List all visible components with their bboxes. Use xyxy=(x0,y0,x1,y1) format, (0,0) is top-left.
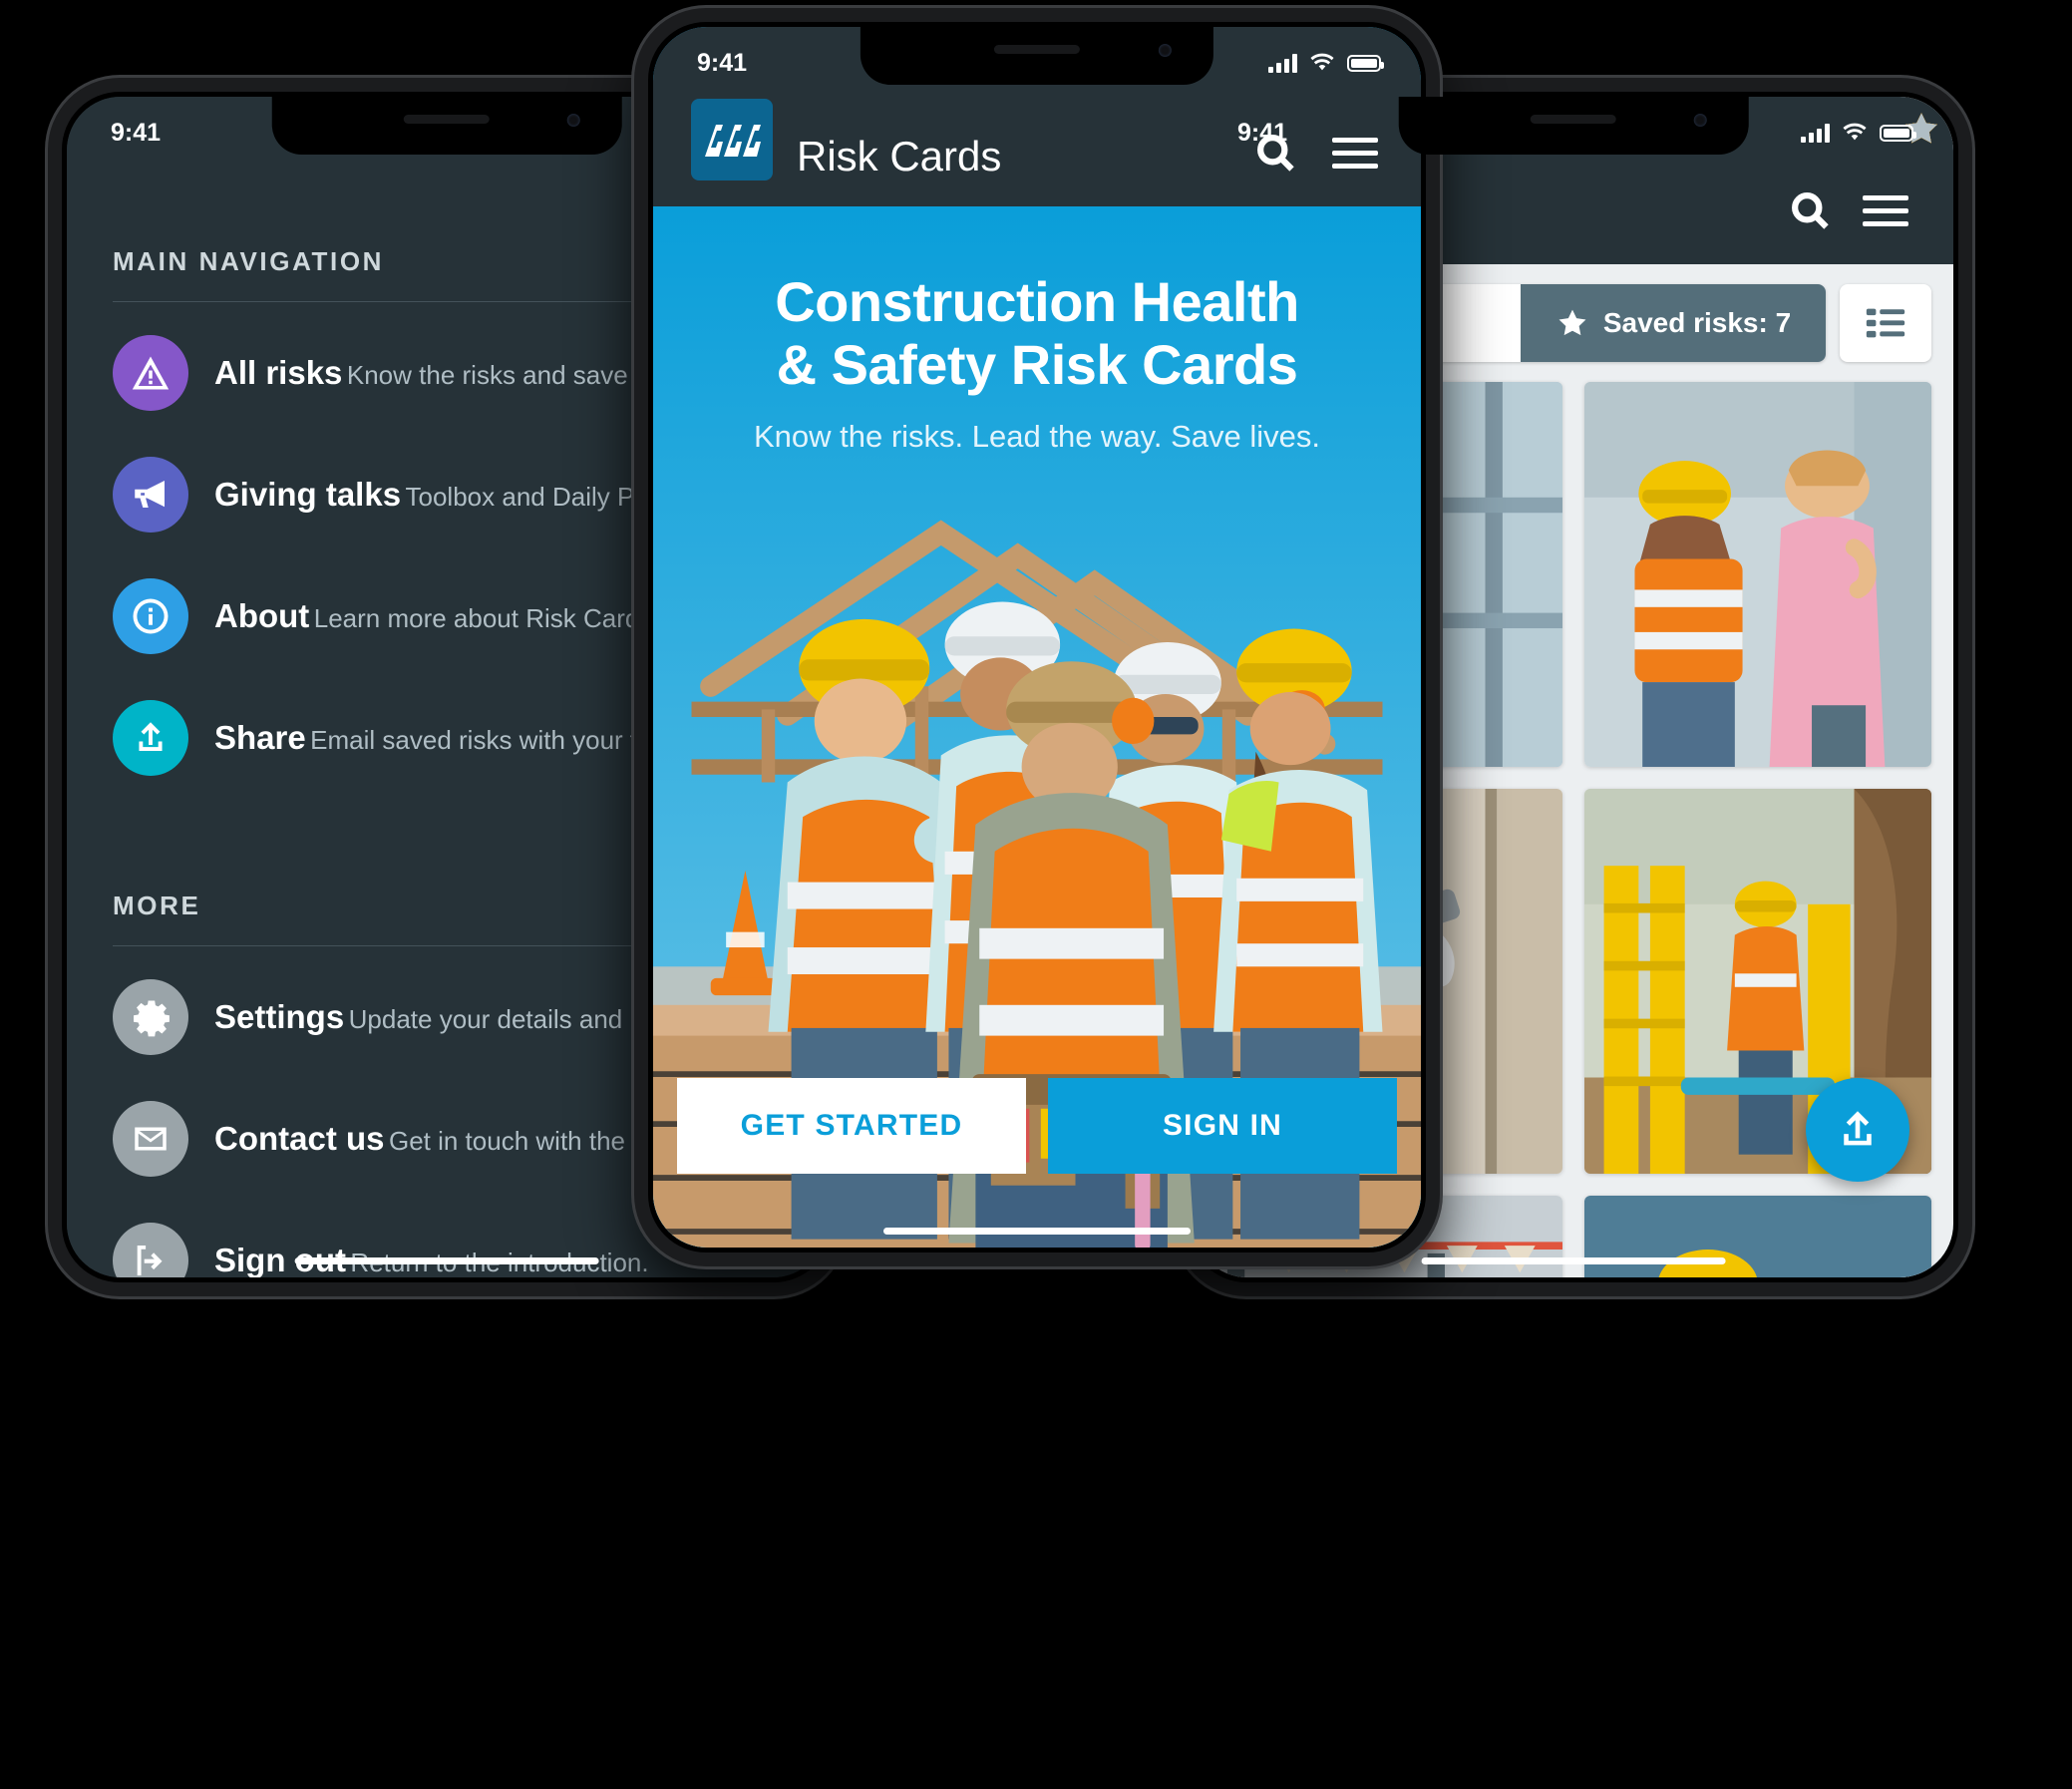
hero-title: Construction Health & Safety Risk Cards xyxy=(687,270,1387,397)
star-filled-icon xyxy=(1558,309,1586,336)
cta-button-row: GET STARTED SIGN IN xyxy=(653,1078,1421,1174)
tab-saved-risks[interactable]: Saved risks: 7 xyxy=(1521,284,1826,362)
status-indicators xyxy=(1801,123,1916,143)
status-indicators xyxy=(1268,53,1384,73)
sidebar-item-label: All risks xyxy=(214,354,343,392)
hero-tagline: Know the risks. Lead the way. Save lives… xyxy=(753,418,1321,454)
warning-triangle-icon xyxy=(113,335,188,411)
risk-card[interactable]: Noise xyxy=(1584,113,1937,1277)
front-camera xyxy=(1693,114,1707,127)
home-indicator[interactable] xyxy=(883,1228,1191,1235)
front-camera xyxy=(566,114,580,127)
battery-icon xyxy=(1880,124,1916,142)
status-time: 9:41 xyxy=(1237,118,1288,147)
phone-notch xyxy=(1398,97,1749,155)
phone-notch xyxy=(271,97,622,155)
gear-icon xyxy=(113,979,188,1055)
wifi-icon xyxy=(1310,53,1334,71)
risk-card-thumbnail xyxy=(1584,382,1931,767)
home-indicator[interactable] xyxy=(294,1257,599,1264)
envelope-icon xyxy=(113,1101,188,1177)
hero-text-block: Construction Health & Safety Risk Cards … xyxy=(653,270,1421,455)
home-indicator[interactable] xyxy=(1421,1257,1726,1264)
earpiece-speaker xyxy=(994,45,1080,54)
page-title: Risk Cards xyxy=(797,133,1002,179)
sign-out-icon xyxy=(113,1223,188,1277)
hero-section: Construction Health & Safety Risk Cards … xyxy=(653,206,1421,1248)
get-started-button[interactable]: GET STARTED xyxy=(677,1078,1026,1174)
sidebar-item-label: About xyxy=(214,597,310,635)
front-camera xyxy=(1159,44,1173,57)
screenshot-stage: 9:41 MAIN NAVIGATION All risks Know the … xyxy=(0,0,2072,1789)
status-time: 9:41 xyxy=(697,48,748,77)
list-view-icon[interactable] xyxy=(1840,284,1931,362)
status-time: 9:41 xyxy=(111,118,162,147)
hamburger-menu-icon[interactable] xyxy=(1858,182,1913,238)
search-icon[interactable] xyxy=(1782,182,1838,238)
phone-center-welcome: 9:41 Risk Cards Construction Health & Sa… xyxy=(634,8,1440,1266)
share-upload-icon[interactable] xyxy=(1806,1078,1909,1182)
sidebar-item-label: Settings xyxy=(214,998,345,1036)
cellular-signal-icon xyxy=(1801,123,1830,143)
upload-share-icon xyxy=(113,700,188,776)
sign-in-button[interactable]: SIGN IN xyxy=(1048,1078,1397,1174)
hero-title-line1: Construction Health xyxy=(775,270,1299,333)
wifi-icon xyxy=(1843,123,1867,141)
sidebar-item-label: Giving talks xyxy=(214,476,402,514)
welcome-screen: Risk Cards Construction Health & Safety … xyxy=(653,27,1421,1248)
phone-notch xyxy=(860,27,1214,85)
sidebar-item-description: Learn more about Risk Cards. xyxy=(313,603,660,634)
cellular-signal-icon xyxy=(1268,53,1297,73)
megaphone-icon xyxy=(113,457,188,533)
battery-icon xyxy=(1347,54,1384,72)
sidebar-item-label: Contact us xyxy=(214,1120,385,1158)
earpiece-speaker xyxy=(1530,115,1616,124)
risk-card[interactable]: Impairment xyxy=(1584,113,1937,767)
hero-title-line2: & Safety Risk Cards xyxy=(776,333,1298,397)
tab-saved-risks-label: Saved risks: 7 xyxy=(1602,307,1792,338)
sidebar-item-label: Share xyxy=(214,719,306,757)
earpiece-speaker xyxy=(403,115,490,124)
info-circle-icon xyxy=(113,578,188,654)
